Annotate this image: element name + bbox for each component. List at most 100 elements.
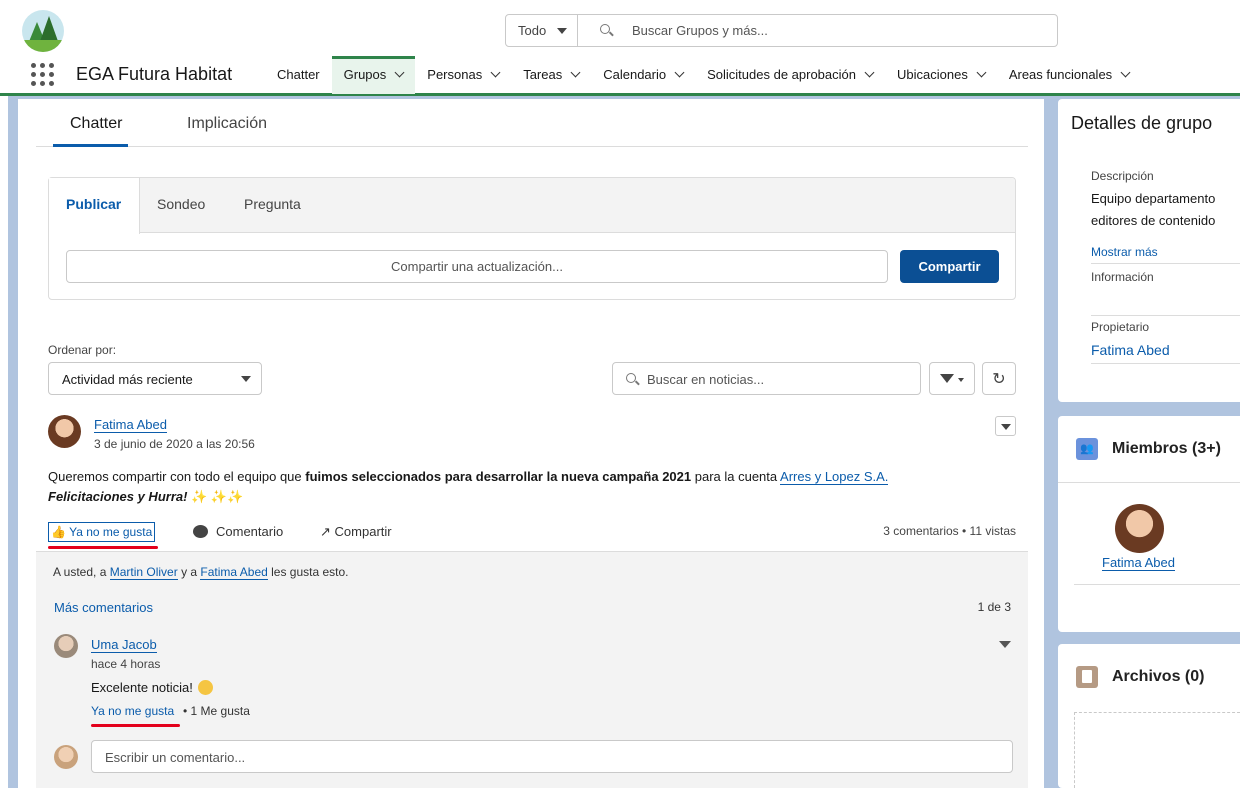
caret-down-icon xyxy=(958,378,964,382)
account-link[interactable]: Arres y Lopez S.A. xyxy=(780,469,889,485)
post-actions: 👍 Ya no me gusta Comentario ↗ Compartir … xyxy=(48,520,1016,549)
sort-label: Ordenar por: xyxy=(48,343,117,357)
nav-item-tareas[interactable]: Tareas xyxy=(511,56,591,94)
chevron-down-icon xyxy=(864,67,875,78)
nav-item-solicitudes[interactable]: Solicitudes de aprobación xyxy=(695,56,885,94)
divider xyxy=(1091,363,1240,364)
sort-value: Actividad más reciente xyxy=(62,372,193,387)
share-post-button[interactable]: ↗ Compartir xyxy=(320,524,392,540)
chevron-down-icon xyxy=(674,67,685,78)
show-more-link[interactable]: Mostrar más xyxy=(1091,245,1158,259)
divider xyxy=(1058,482,1240,483)
nav-item-personas[interactable]: Personas xyxy=(415,56,511,94)
members-card: 👥 Miembros (3+) Fatima Abed xyxy=(1058,416,1240,632)
description-label: Descripción xyxy=(1091,169,1154,183)
post-stats[interactable]: 3 comentarios • 11 vistas xyxy=(883,524,1016,538)
owner-label: Propietario xyxy=(1091,320,1150,334)
nav-item-grupos[interactable]: Grupos xyxy=(331,56,416,94)
member-link[interactable]: Fatima Abed xyxy=(1102,555,1175,571)
tab-chatter[interactable]: Chatter xyxy=(53,115,128,147)
global-search-input[interactable]: Buscar Grupos y más... xyxy=(577,14,1058,47)
post-menu-button[interactable] xyxy=(995,416,1016,436)
post-date[interactable]: 3 de junio de 2020 a las 20:56 xyxy=(94,437,255,451)
highlight-underline xyxy=(91,724,180,727)
nav-item-ubicaciones[interactable]: Ubicaciones xyxy=(885,56,997,94)
search-icon xyxy=(600,24,610,34)
tab-publicar[interactable]: Publicar xyxy=(49,178,140,234)
members-title[interactable]: Miembros (3+) xyxy=(1112,440,1221,458)
highlight-underline xyxy=(48,546,158,549)
files-title[interactable]: Archivos (0) xyxy=(1112,668,1204,686)
app-name: EGA Futura Habitat xyxy=(76,64,233,84)
sparkles-icon: ✨ ✨✨ xyxy=(191,489,244,504)
filter-button[interactable] xyxy=(929,362,975,395)
description-line: Equipo departamento xyxy=(1091,191,1216,206)
feed-tabs: Chatter Implicación xyxy=(36,99,1028,147)
comment-author-link[interactable]: Uma Jacob xyxy=(91,637,157,653)
tab-implicacion[interactable]: Implicación xyxy=(187,115,267,133)
feed-card: Chatter Implicación Publicar Sondeo Preg… xyxy=(18,99,1044,788)
caret-down-icon xyxy=(557,28,567,34)
filter-icon xyxy=(940,374,954,383)
sort-select[interactable]: Actividad más reciente xyxy=(48,362,262,395)
tab-sondeo[interactable]: Sondeo xyxy=(157,196,205,212)
search-placeholder: Buscar Grupos y más... xyxy=(632,23,768,38)
group-details-card: Detalles de grupo Descripción Equipo dep… xyxy=(1058,99,1240,402)
file-drop-zone[interactable] xyxy=(1074,712,1240,788)
write-comment-input[interactable]: Escribir un comentario... xyxy=(91,740,1013,773)
search-scope-select[interactable]: Todo xyxy=(505,14,578,47)
people-icon: 👥 xyxy=(1076,438,1098,460)
chevron-down-icon xyxy=(570,67,581,78)
info-label: Información xyxy=(1091,270,1154,284)
file-icon xyxy=(1076,666,1098,688)
chevron-down-icon xyxy=(1120,67,1131,78)
avatar[interactable] xyxy=(1115,504,1164,553)
share-button[interactable]: Compartir xyxy=(900,250,999,283)
likers-text: A usted, a Martin Oliver y a Fatima Abed… xyxy=(53,565,349,580)
global-header: Todo Buscar Grupos y más... EGA Futura H… xyxy=(0,0,1240,96)
comment-menu-icon[interactable] xyxy=(999,641,1011,648)
comment-likes-count[interactable]: • 1 Me gusta xyxy=(183,704,250,718)
divider xyxy=(1091,263,1240,264)
description-line: editores de contenido xyxy=(1091,213,1216,228)
avatar[interactable] xyxy=(48,415,81,448)
org-logo[interactable] xyxy=(22,10,64,52)
unlike-button[interactable]: 👍 Ya no me gusta xyxy=(48,522,156,542)
chevron-down-icon xyxy=(394,67,405,78)
comment-button[interactable]: Comentario xyxy=(193,524,283,539)
nav-item-calendario[interactable]: Calendario xyxy=(591,56,695,94)
comments-section: A usted, a Martin Oliver y a Fatima Abed… xyxy=(36,551,1028,788)
more-comments-link[interactable]: Más comentarios xyxy=(54,600,153,615)
comments-pager: 1 de 3 xyxy=(977,600,1011,614)
news-search-input[interactable]: Buscar en noticias... xyxy=(612,362,921,395)
tab-pregunta[interactable]: Pregunta xyxy=(244,196,301,212)
post-body: Queremos compartir con todo el equipo qu… xyxy=(48,469,889,504)
publisher: Publicar Sondeo Pregunta Compartir una a… xyxy=(48,177,1016,300)
thumbs-up-icon: 👍 xyxy=(51,525,66,539)
divider xyxy=(1074,584,1240,585)
share-update-input[interactable]: Compartir una actualización... xyxy=(66,250,888,283)
avatar xyxy=(54,745,78,769)
nav-item-areas[interactable]: Areas funcionales xyxy=(997,56,1141,94)
avatar[interactable] xyxy=(54,634,78,658)
share-icon: ↗ xyxy=(320,524,331,539)
search-icon xyxy=(626,373,636,383)
refresh-button[interactable]: ↻ xyxy=(982,362,1016,395)
nav-item-chatter[interactable]: Chatter xyxy=(265,56,332,94)
liker-link[interactable]: Fatima Abed xyxy=(200,565,268,580)
comment-icon xyxy=(193,525,208,538)
comment-unlike-link[interactable]: Ya no me gusta xyxy=(91,704,174,718)
post-author-link[interactable]: Fatima Abed xyxy=(94,417,167,433)
owner-link[interactable]: Fatima Abed xyxy=(1091,342,1170,358)
publisher-tabs: Publicar Sondeo Pregunta xyxy=(49,178,1015,234)
chevron-down-icon xyxy=(490,67,501,78)
refresh-icon: ↻ xyxy=(992,371,1006,388)
divider xyxy=(1091,315,1240,316)
search-scope-value: Todo xyxy=(518,23,547,38)
files-card: Archivos (0) xyxy=(1058,644,1240,788)
liker-link[interactable]: Martin Oliver xyxy=(109,565,178,580)
chevron-down-icon xyxy=(976,67,987,78)
app-launcher-icon[interactable] xyxy=(31,63,55,87)
comment-text: Excelente noticia! xyxy=(91,680,213,695)
comment-time: hace 4 horas xyxy=(91,657,161,671)
